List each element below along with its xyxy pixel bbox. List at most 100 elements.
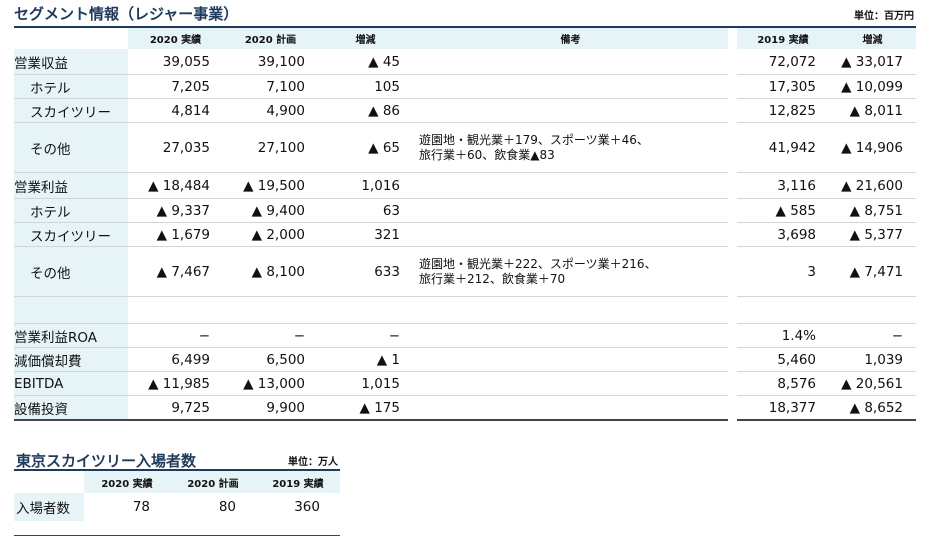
segment-unit: 単位：百万円 <box>854 11 914 22</box>
cell-2019-actual: 17,305 <box>737 74 829 99</box>
table-row: その他 27,035 27,100 ▲ 65 遊園地・観光業＋179、スポーツ業＋46、… <box>14 122 916 173</box>
cell-2020-plan: ▲ 8,100 <box>223 246 318 297</box>
cell-change: ▲ 1 <box>318 347 413 372</box>
cell-2020-actual: − <box>128 323 223 348</box>
segment-title-bar: セグメント情報（レジャー事業） 単位：百万円 <box>14 0 916 28</box>
visitors-header-row: 2020 実績 2020 計画 2019 実績 <box>14 471 340 493</box>
cell-notes <box>413 98 728 123</box>
cell-2019-actual: ▲ 585 <box>737 198 829 223</box>
header-blank <box>14 28 128 49</box>
row-label: ホテル <box>14 198 128 223</box>
cell-change: 1,016 <box>318 172 413 199</box>
header-2019-actual: 2019 実績 <box>737 28 829 49</box>
cell-notes <box>413 49 728 75</box>
column-gap <box>728 49 737 75</box>
cell-change: ▲ 86 <box>318 98 413 123</box>
segment-header-row: 2020 実績 2020 計画 増減 備考 2019 実績 増減 <box>14 28 916 49</box>
cell-notes <box>413 347 728 372</box>
cell-2020-actual: 4,814 <box>128 98 223 123</box>
header-gap <box>728 28 737 49</box>
cell-2020-actual: 6,499 <box>128 347 223 372</box>
column-gap <box>728 297 737 324</box>
cell-change-2019: − <box>829 323 916 348</box>
cell-2019-actual <box>737 296 829 324</box>
cell-2020-plan: − <box>223 323 318 348</box>
row-label: スカイツリー <box>14 98 128 123</box>
cell-change-2019: ▲ 5,377 <box>829 222 916 247</box>
row-label: スカイツリー <box>14 222 128 247</box>
visitors-title-bar: 東京スカイツリー入場者数 単位：万人 <box>14 447 340 471</box>
cell-2019-actual: 1.4% <box>737 323 829 348</box>
visitors-row-label: 入場者数 <box>14 493 84 521</box>
cell-2020-actual: ▲ 11,985 <box>128 371 223 396</box>
cell-2020-plan: 6,500 <box>223 347 318 372</box>
visitors-unit: 単位：万人 <box>288 457 338 468</box>
column-gap <box>728 324 737 348</box>
visitors-header-2019-actual: 2019 実績 <box>256 471 340 493</box>
cell-change-2019: 1,039 <box>829 347 916 372</box>
column-gap <box>728 396 737 421</box>
table-row: 営業利益ROA − − −1.4% − <box>14 323 916 348</box>
cell-change-2019: ▲ 10,099 <box>829 74 916 99</box>
row-label <box>14 296 128 324</box>
cell-2020-plan: 9,900 <box>223 395 318 421</box>
cell-notes <box>413 222 728 247</box>
row-label: 設備投資 <box>14 395 128 421</box>
header-change-2019: 増減 <box>829 28 916 49</box>
cell-2020-actual: 7,205 <box>128 74 223 99</box>
cell-change-2019: ▲ 33,017 <box>829 49 916 75</box>
segment-title: セグメント情報（レジャー事業） <box>14 5 239 23</box>
cell-2020-actual: 9,725 <box>128 395 223 421</box>
row-label: ホテル <box>14 74 128 99</box>
cell-2020-plan: ▲ 9,400 <box>223 198 318 223</box>
visitors-bottom-rule <box>14 535 340 536</box>
table-row: 設備投資 9,725 9,900 ▲ 175 18,377 ▲ 8,652 <box>14 395 916 421</box>
table-row <box>14 296 916 324</box>
cell-2020-plan: ▲ 2,000 <box>223 222 318 247</box>
cell-2019-actual: 3,698 <box>737 222 829 247</box>
row-label: 営業利益 <box>14 172 128 199</box>
cell-2020-actual: 39,055 <box>128 49 223 75</box>
cell-change-2019: ▲ 14,906 <box>829 122 916 173</box>
row-label: 営業利益ROA <box>14 323 128 348</box>
table-row: EBITDA ▲ 11,985 ▲ 13,000 1,015 8,576 ▲ 20,561 <box>14 371 916 396</box>
row-label: その他 <box>14 122 128 173</box>
cell-2019-actual: 41,942 <box>737 122 829 173</box>
visitors-row: 入場者数 78 80 360 <box>14 493 340 521</box>
visitors-2020-actual: 78 <box>132 499 150 515</box>
cell-2019-actual: 3 <box>737 246 829 297</box>
cell-2020-plan: 7,100 <box>223 74 318 99</box>
header-2020-plan: 2020 計画 <box>223 28 318 49</box>
row-label: EBITDA <box>14 371 128 396</box>
cell-change: ▲ 65 <box>318 122 413 173</box>
row-label: 減価償却費 <box>14 347 128 372</box>
cell-2020-actual: ▲ 18,484 <box>128 172 223 199</box>
cell-change: 105 <box>318 74 413 99</box>
visitors-2019-actual: 360 <box>294 499 320 515</box>
table-row: 減価償却費 6,499 6,500 ▲ 1 5,460 1,039 <box>14 347 916 372</box>
visitors-header-blank <box>14 471 84 493</box>
cell-notes <box>413 172 728 199</box>
cell-2020-plan: 27,100 <box>223 122 318 173</box>
column-gap <box>728 199 737 223</box>
cell-2019-actual: 18,377 <box>737 395 829 421</box>
cell-2020-plan: 4,900 <box>223 98 318 123</box>
table-row: スカイツリー ▲ 1,679 ▲ 2,000 321 3,698 ▲ 5,377 <box>14 222 916 247</box>
cell-notes <box>413 371 728 396</box>
cell-change: − <box>318 323 413 348</box>
table-row: ホテル ▲ 9,337 ▲ 9,400 63 ▲ 585 ▲ 8,751 <box>14 198 916 223</box>
cell-2020-actual <box>128 296 223 324</box>
table-row: 営業収益 39,055 39,100 ▲ 45 72,072 ▲ 33,017 <box>14 49 916 75</box>
column-gap <box>728 223 737 247</box>
table-row: 営業利益 ▲ 18,484 ▲ 19,500 1,016 3,116 ▲ 21,600 <box>14 172 916 199</box>
cell-2019-actual: 12,825 <box>737 98 829 123</box>
header-change: 増減 <box>318 28 413 49</box>
column-gap <box>728 247 737 297</box>
column-gap <box>728 372 737 396</box>
cell-change: 1,015 <box>318 371 413 396</box>
cell-2020-plan: ▲ 19,500 <box>223 172 318 199</box>
visitors-header-2020-plan: 2020 計画 <box>170 471 256 493</box>
cell-notes <box>413 395 728 421</box>
cell-notes: 遊園地・観光業＋179、スポーツ業＋46、 旅行業＋60、飲食業▲83 <box>413 122 728 173</box>
row-label: その他 <box>14 246 128 297</box>
